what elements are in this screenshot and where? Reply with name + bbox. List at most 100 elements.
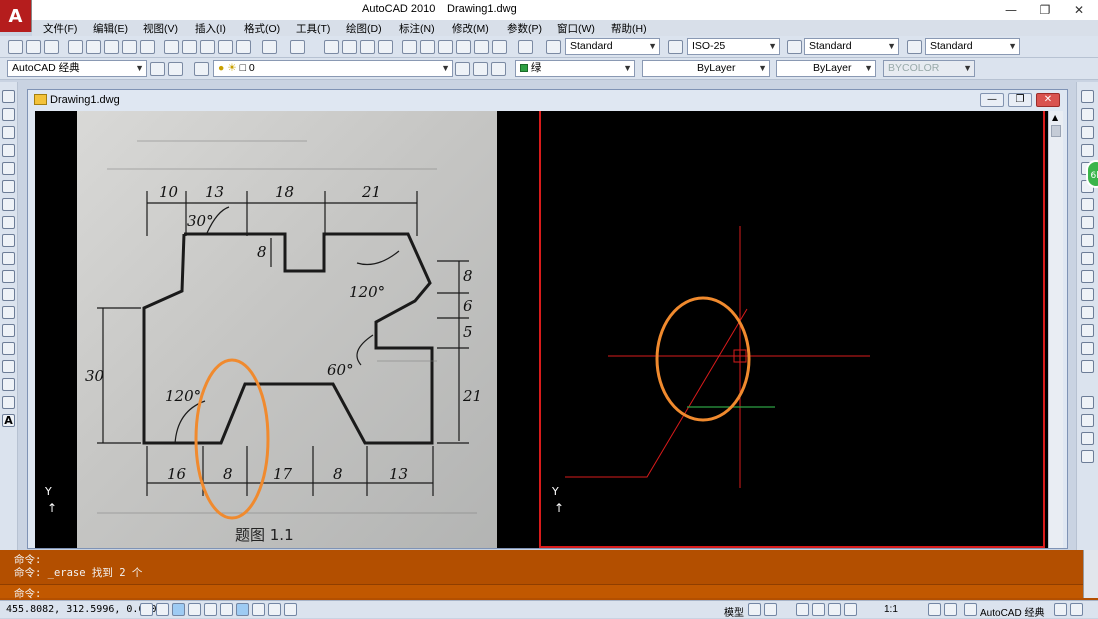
spline-icon[interactable] — [2, 234, 15, 247]
cut-icon[interactable] — [164, 40, 179, 54]
offset-icon[interactable] — [1081, 144, 1094, 157]
vertical-scrollbar[interactable]: ▲ — [1048, 111, 1063, 548]
layer-previous-icon[interactable] — [473, 62, 488, 76]
make-current-layer-icon[interactable] — [455, 62, 470, 76]
scale-icon[interactable] — [1081, 216, 1094, 229]
auto-scale-icon[interactable] — [944, 603, 957, 616]
multiline-text-icon[interactable]: A — [2, 414, 15, 427]
model-tab[interactable]: 模型 — [724, 604, 744, 619]
annotation-scale[interactable]: 1:1 — [884, 604, 898, 615]
print-icon[interactable] — [68, 40, 83, 54]
zoom-window-icon[interactable] — [360, 40, 375, 54]
extend-icon[interactable] — [1081, 270, 1094, 283]
rotate-icon[interactable] — [1081, 198, 1094, 211]
gradient-icon[interactable] — [2, 360, 15, 373]
send-back-icon[interactable] — [1081, 432, 1094, 445]
linetype-select[interactable]: ByLayer ▼ — [642, 60, 770, 77]
menu-view[interactable]: 视图(V) — [143, 21, 178, 36]
dim-style-icon[interactable] — [668, 40, 683, 54]
command-input[interactable]: 命令: — [0, 584, 1090, 600]
maximize-button[interactable]: ❐ — [1030, 1, 1060, 19]
print-preview-icon[interactable] — [86, 40, 101, 54]
draw-order-icon[interactable] — [1081, 396, 1094, 409]
menu-draw[interactable]: 绘图(D) — [346, 21, 382, 36]
explode-icon[interactable] — [1081, 360, 1094, 373]
command-scrollbar[interactable] — [1083, 550, 1098, 598]
mirror-icon[interactable] — [1081, 126, 1094, 139]
break-icon[interactable] — [1081, 288, 1094, 301]
stretch-icon[interactable] — [1081, 234, 1094, 247]
dim-style-select[interactable]: ISO-25 ▼ — [687, 38, 780, 55]
dyn-toggle-icon[interactable] — [252, 603, 265, 616]
workspace-status[interactable]: AutoCAD 经典 — [980, 604, 1044, 619]
menu-dimension[interactable]: 标注(N) — [399, 21, 435, 36]
menu-parametric[interactable]: 参数(P) — [507, 21, 542, 36]
pan-icon[interactable] — [324, 40, 339, 54]
insert-block-icon[interactable] — [2, 288, 15, 301]
line-tool-icon[interactable] — [2, 90, 15, 103]
rectangle-icon[interactable] — [2, 162, 15, 175]
scroll-up-icon[interactable]: ▲ — [1052, 113, 1058, 122]
erase-icon[interactable] — [1081, 90, 1094, 103]
autocad-logo-icon[interactable]: A — [0, 0, 32, 32]
workspace-save-icon[interactable] — [168, 62, 183, 76]
doc-close-button[interactable]: ✕ — [1036, 93, 1060, 107]
markup-icon[interactable] — [474, 40, 489, 54]
table-style-icon[interactable] — [787, 40, 802, 54]
chamfer-icon[interactable] — [1081, 324, 1094, 337]
lineweight-toggle-icon[interactable] — [268, 603, 281, 616]
quick-properties-icon[interactable] — [284, 603, 297, 616]
circle-icon[interactable] — [2, 198, 15, 211]
design-center-icon[interactable] — [420, 40, 435, 54]
polygon-icon[interactable] — [2, 144, 15, 157]
osnap-toggle-icon[interactable] — [204, 603, 217, 616]
drawn-polyline[interactable] — [565, 308, 748, 478]
bring-above-icon[interactable] — [1081, 450, 1094, 463]
zoom-realtime-icon[interactable] — [342, 40, 357, 54]
workspace-settings-icon[interactable] — [150, 62, 165, 76]
menu-format[interactable]: 格式(O) — [244, 21, 280, 36]
text-style-select[interactable]: Standard ▼ — [565, 38, 660, 55]
doc-minimize-button[interactable]: — — [980, 93, 1004, 107]
construction-line-icon[interactable] — [2, 108, 15, 121]
drawing-canvas[interactable]: 10 13 18 21 16 8 17 8 13 8 6 5 21 30 8 3… — [35, 111, 1048, 548]
steering-wheel-icon[interactable] — [828, 603, 841, 616]
ortho-toggle-icon[interactable] — [172, 603, 185, 616]
join-icon[interactable] — [1081, 306, 1094, 319]
trim-icon[interactable] — [1081, 252, 1094, 265]
zoom-status-icon[interactable] — [812, 603, 825, 616]
redo-icon[interactable] — [290, 40, 305, 54]
scroll-thumb[interactable] — [1051, 125, 1061, 137]
paste-icon[interactable] — [200, 40, 215, 54]
sheet-set-icon[interactable] — [456, 40, 471, 54]
copy-object-icon[interactable] — [1081, 108, 1094, 121]
new-file-icon[interactable] — [8, 40, 23, 54]
polar-toggle-icon[interactable] — [188, 603, 201, 616]
tool-palettes-icon[interactable] — [438, 40, 453, 54]
undo-icon[interactable] — [262, 40, 277, 54]
layer-manager-icon[interactable] — [194, 62, 209, 76]
table-style-select[interactable]: Standard ▼ — [804, 38, 899, 55]
lock-ui-icon[interactable] — [1054, 603, 1067, 616]
ducs-toggle-icon[interactable] — [236, 603, 249, 616]
snap-toggle-icon[interactable] — [140, 603, 153, 616]
doc-maximize-button[interactable]: ❐ — [1008, 93, 1032, 107]
menu-tools[interactable]: 工具(T) — [296, 21, 330, 36]
minimize-button[interactable]: — — [996, 1, 1026, 19]
clean-screen-icon[interactable] — [1070, 603, 1083, 616]
zoom-previous-icon[interactable] — [378, 40, 393, 54]
workspace-switch-icon[interactable] — [964, 603, 977, 616]
pan-status-icon[interactable] — [796, 603, 809, 616]
lineweight-select[interactable]: ByLayer ▼ — [776, 60, 876, 77]
multileader-style-select[interactable]: Standard ▼ — [925, 38, 1020, 55]
save-icon[interactable] — [44, 40, 59, 54]
menu-file[interactable]: 文件(F) — [43, 21, 77, 36]
match-properties-icon[interactable] — [218, 40, 233, 54]
multileader-style-icon[interactable] — [907, 40, 922, 54]
annotation-visibility-icon[interactable] — [928, 603, 941, 616]
ellipse-icon[interactable] — [2, 252, 15, 265]
otrack-toggle-icon[interactable] — [220, 603, 233, 616]
showmotion-icon[interactable] — [844, 603, 857, 616]
publish-icon[interactable] — [104, 40, 119, 54]
workspace-select[interactable]: AutoCAD 经典 ▼ — [7, 60, 147, 77]
